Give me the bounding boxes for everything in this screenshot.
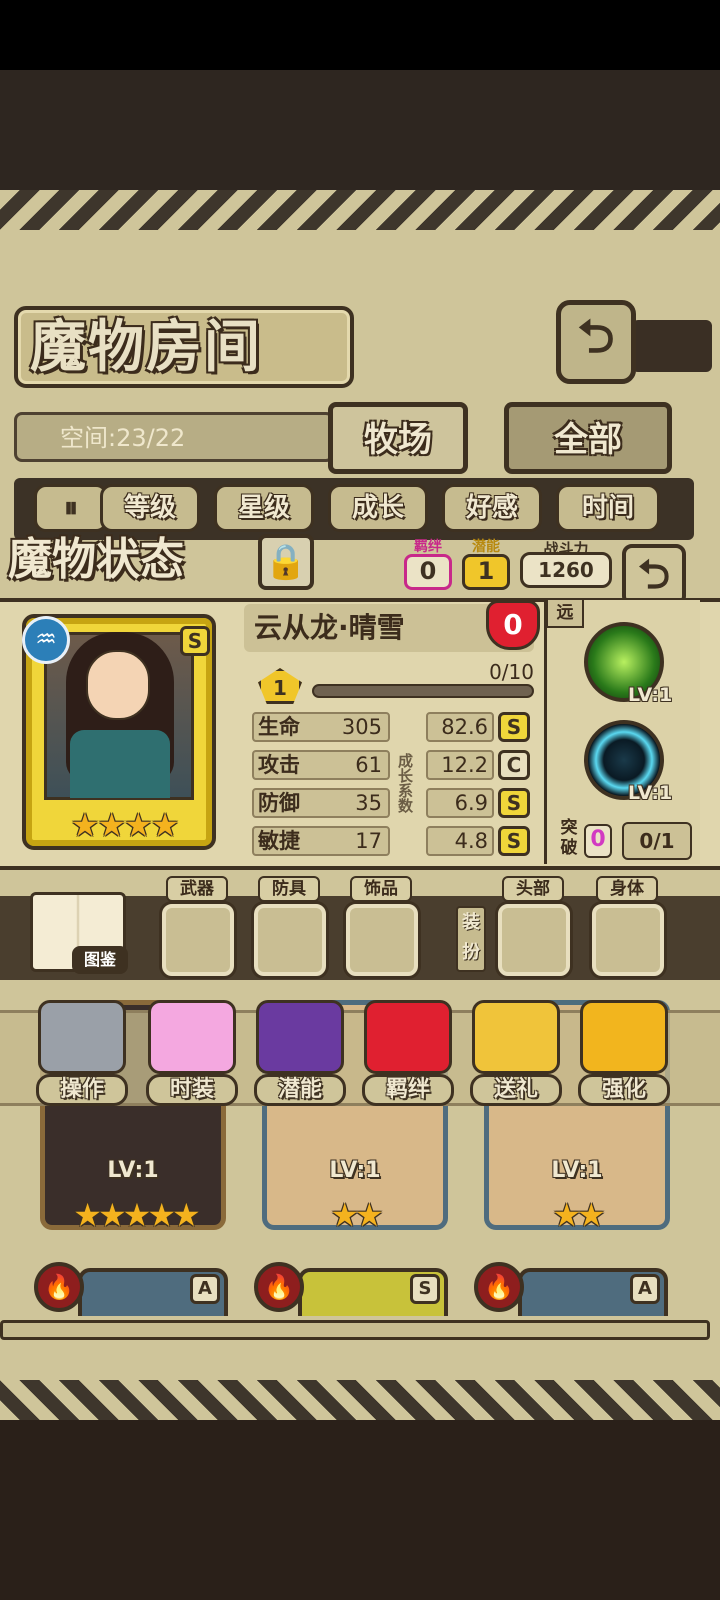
card-stars: ★★★★★	[73, 1196, 200, 1234]
sort-star-button[interactable]: 星级	[214, 484, 314, 532]
potential-button[interactable]: 潜能	[254, 1074, 346, 1106]
sort-growth-button[interactable]: 成长	[328, 484, 428, 532]
stat-value-atk: 61	[355, 753, 382, 777]
outfit-icon[interactable]	[148, 1000, 236, 1074]
hearts-icon[interactable]	[364, 1000, 452, 1074]
grade-atk: C	[498, 750, 530, 780]
skill-2-level: LV:1	[628, 782, 673, 804]
card-level: LV:1	[551, 1158, 603, 1183]
breakthrough-count: 0	[584, 824, 612, 858]
game-screen: { "header": {"title": "魔物房间", "back_symb…	[0, 0, 720, 1600]
coef-def: 6.9	[426, 788, 494, 818]
sort-level-button[interactable]: 等级	[100, 484, 200, 532]
enhance-button[interactable]: 强化	[578, 1074, 670, 1106]
header-side-bar	[632, 320, 712, 372]
breakthrough-progress: 0/1	[622, 822, 692, 860]
bottom-background	[0, 1420, 720, 1600]
armor-slot-label: 防具	[258, 876, 320, 902]
skill-1-level: LV:1	[628, 684, 673, 706]
head-slot-label: 头部	[502, 876, 564, 902]
shadow-potential-icon[interactable]	[256, 1000, 344, 1074]
sort-affection-button[interactable]: 好感	[442, 484, 542, 532]
card-stars: ★★	[552, 1196, 605, 1234]
card-level: LV:1	[329, 1158, 381, 1183]
fashion-button[interactable]: 时装	[146, 1074, 238, 1106]
accessory-slot-label: 饰品	[350, 876, 412, 902]
codex-label[interactable]: 图鉴	[72, 946, 128, 974]
grade-hp: S	[498, 712, 530, 742]
dress-up-label: 装扮	[456, 906, 486, 972]
back-button[interactable]: ⮌	[556, 300, 636, 384]
weapon-slot-label: 武器	[166, 876, 228, 902]
potential-box: 1	[462, 554, 510, 590]
power-value: 1260	[520, 552, 612, 588]
top-zigzag-border	[0, 190, 720, 230]
head-slot[interactable]	[498, 904, 570, 976]
breakthrough-label: 突破	[560, 818, 578, 858]
potential-value: 1	[477, 557, 495, 585]
gift-button[interactable]: 送礼	[470, 1074, 562, 1106]
monster-name: 云从龙·晴雪	[254, 611, 405, 644]
character-cloak	[70, 730, 170, 798]
weapon-slot[interactable]	[162, 904, 234, 976]
sort-order-toggle[interactable]: ⏸	[34, 484, 108, 532]
operate-button[interactable]: 操作	[36, 1074, 128, 1106]
character-face	[86, 650, 150, 720]
range-tag: 远	[546, 598, 584, 628]
list-bottom-bar	[0, 1320, 710, 1340]
stat-value-agi: 17	[355, 829, 382, 853]
coef-agi: 4.8	[426, 826, 494, 856]
water-element-icon: ♒	[22, 616, 70, 664]
card-grade: A	[190, 1274, 220, 1304]
status-back-button[interactable]: ⮌	[622, 544, 686, 606]
affection-heart-icon[interactable]: 0	[486, 600, 540, 650]
page-title: 魔物房间	[30, 314, 262, 380]
growth-coefficient-label: 成长系数	[396, 753, 414, 813]
body-slot[interactable]	[592, 904, 664, 976]
fire-element-icon: 🔥	[34, 1262, 84, 1312]
lock-icon[interactable]: 🔒	[258, 534, 314, 590]
top-background	[0, 70, 720, 200]
coef-hp: 82.6	[426, 712, 494, 742]
card-grade: A	[630, 1274, 660, 1304]
grade-def: S	[498, 788, 530, 818]
xp-bar	[312, 684, 534, 698]
xp-text: 0/10	[489, 660, 534, 684]
card-grade: S	[410, 1274, 440, 1304]
body-slot-label: 身体	[596, 876, 658, 902]
bond-button[interactable]: 羁绊	[362, 1074, 454, 1106]
portrait-stars: ★★★★	[70, 806, 180, 844]
coef-atk: 12.2	[426, 750, 494, 780]
bottom-zigzag-border	[0, 1380, 720, 1420]
stat-value-hp: 305	[341, 715, 382, 739]
fire-element-icon: 🔥	[254, 1262, 304, 1312]
sort-time-button[interactable]: 时间	[556, 484, 660, 532]
gear-icon[interactable]	[38, 1000, 126, 1074]
stat-value-def: 35	[355, 791, 382, 815]
bond-box: 0	[404, 554, 452, 590]
grade-badge: S	[180, 626, 210, 656]
tab-all[interactable]: 全部	[504, 402, 672, 474]
card-stars: ★★	[330, 1196, 383, 1234]
accessory-slot[interactable]	[346, 904, 418, 976]
status-title: 魔物状态	[8, 534, 184, 585]
space-count: 空间:23/22	[60, 424, 186, 452]
gift-icon[interactable]	[472, 1000, 560, 1074]
grade-agi: S	[498, 826, 530, 856]
bond-value: 0	[419, 557, 437, 585]
tab-ranch[interactable]: 牧场	[328, 402, 468, 474]
armor-slot[interactable]	[254, 904, 326, 976]
upgrade-arrows-icon[interactable]	[580, 1000, 668, 1074]
card-level: LV:1	[107, 1158, 159, 1183]
fire-element-icon: 🔥	[474, 1262, 524, 1312]
